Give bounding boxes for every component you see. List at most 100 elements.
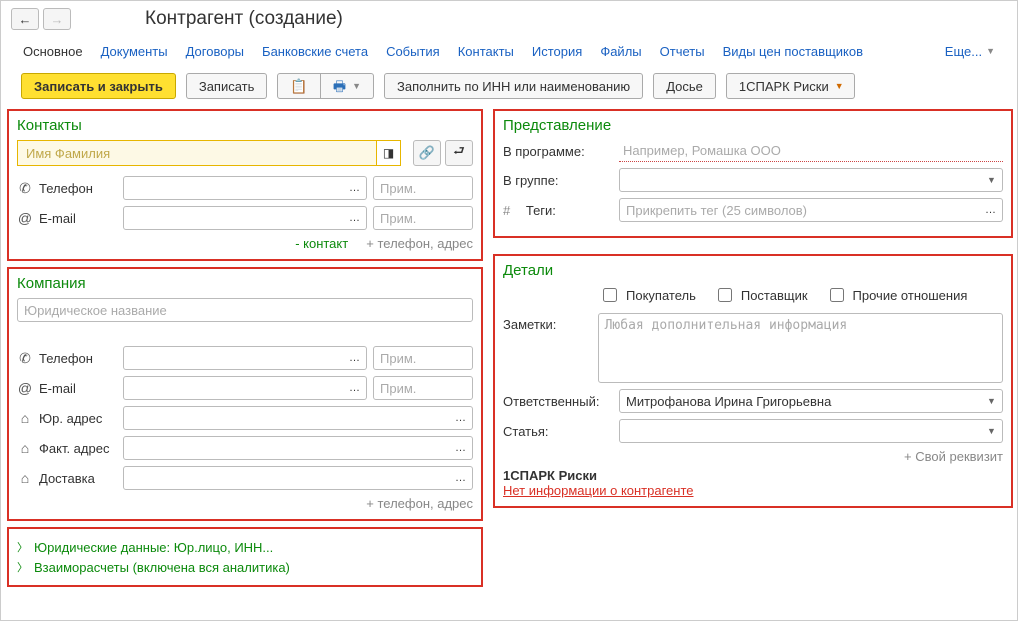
responsible-dropdown[interactable]: ▼ <box>981 389 1003 413</box>
responsible-input[interactable] <box>619 389 982 413</box>
other-rel-checkbox-input[interactable] <box>830 288 844 302</box>
paste-doc-button[interactable]: 📋 <box>277 73 320 99</box>
save-close-button[interactable]: Записать и закрыть <box>21 73 176 99</box>
contact-phone-ellipsis[interactable]: … <box>343 176 367 200</box>
company-email-input[interactable] <box>123 376 348 400</box>
tags-ellipsis[interactable]: … <box>979 198 1003 222</box>
company-phone-input[interactable] <box>123 346 348 370</box>
company-add-phone-address-link[interactable]: + телефон, адрес <box>366 496 473 511</box>
notes-label: Заметки: <box>503 313 592 332</box>
tab-reports[interactable]: Отчеты <box>660 44 705 59</box>
settlements-expander[interactable]: 〉 Взаиморасчеты (включена вся аналитика) <box>17 559 473 575</box>
company-email-label: E-mail <box>39 381 76 396</box>
in-group-input[interactable] <box>619 168 982 192</box>
buyer-label: Покупатель <box>626 288 696 303</box>
contact-email-note[interactable] <box>373 206 473 230</box>
contact-email-input[interactable] <box>123 206 348 230</box>
in-program-input[interactable] <box>619 140 1003 162</box>
company-delivery-label: Доставка <box>39 471 95 486</box>
article-input[interactable] <box>619 419 982 443</box>
nav-back-button[interactable]: ← <box>11 8 39 30</box>
responsible-label: Ответственный: <box>503 394 613 409</box>
company-jur-addr-label: Юр. адрес <box>39 411 102 426</box>
link-contact-button[interactable]: 🔗 <box>413 140 441 166</box>
add-requisite-link[interactable]: + Свой реквизит <box>503 449 1003 464</box>
print-button[interactable]: 🖶▼ <box>321 73 374 99</box>
collapsible-panel: 〉Юридические данные: Юр.лицо, ИНН... 〉 Вз… <box>7 527 483 587</box>
legal-data-expander[interactable]: 〉Юридические данные: Юр.лицо, ИНН... <box>17 539 473 555</box>
company-title: Компания <box>17 275 473 292</box>
buyer-checkbox[interactable]: Покупатель <box>599 285 696 305</box>
paste-doc-icon: 📋 <box>290 79 307 93</box>
tab-bank-accounts[interactable]: Банковские счета <box>262 44 368 59</box>
contact-phone-note[interactable] <box>373 176 473 200</box>
tab-more-button[interactable]: Еще... ▼ <box>945 44 995 59</box>
open-contact-button[interactable]: ◨ <box>376 141 400 165</box>
company-phone-label: Телефон <box>39 351 93 366</box>
save-button[interactable]: Записать <box>186 73 268 99</box>
other-rel-checkbox[interactable]: Прочие отношения <box>826 285 968 305</box>
chevron-down-icon: ▼ <box>835 81 844 91</box>
house-icon: ⌂ <box>17 410 33 426</box>
in-group-dropdown[interactable]: ▼ <box>981 168 1003 192</box>
tab-events[interactable]: События <box>386 44 440 59</box>
contact-phone-label: Телефон <box>39 181 93 196</box>
company-jur-addr-ellipsis[interactable]: … <box>449 406 473 430</box>
chevron-right-icon: 〉 <box>17 559 28 575</box>
dossier-button[interactable]: Досье <box>653 73 716 99</box>
legal-data-label: Юридические данные: Юр.лицо, ИНН... <box>34 540 273 555</box>
company-jur-addr-input[interactable] <box>123 406 454 430</box>
page-title: Контрагент (создание) <box>145 8 343 30</box>
company-phone-ellipsis[interactable]: … <box>343 346 367 370</box>
notes-textarea[interactable] <box>598 313 1003 383</box>
company-phone-note[interactable] <box>373 346 473 370</box>
company-fact-addr-input[interactable] <box>123 436 454 460</box>
article-label: Статья: <box>503 424 613 439</box>
add-phone-address-link[interactable]: + телефон, адрес <box>366 236 473 251</box>
contact-phone-input[interactable] <box>123 176 348 200</box>
spark-no-info-link[interactable]: Нет информации о контрагенте <box>503 483 694 498</box>
tab-documents[interactable]: Документы <box>101 44 168 59</box>
company-fact-addr-ellipsis[interactable]: … <box>449 436 473 460</box>
email-icon: @ <box>17 210 33 226</box>
contact-name-input[interactable] <box>18 141 376 165</box>
chevron-down-icon: ▼ <box>352 81 361 91</box>
company-email-ellipsis[interactable]: … <box>343 376 367 400</box>
contacts-panel: Контакты ◨ 🔗 ⮐ ✆Телефон … <box>7 109 483 261</box>
details-title: Детали <box>503 262 1003 279</box>
spark-risks-button[interactable]: 1СПАРК Риски ▼ <box>726 73 855 99</box>
unlink-contact-button[interactable]: ⮐ <box>445 140 473 166</box>
buyer-checkbox-input[interactable] <box>603 288 617 302</box>
chevron-down-icon: ▼ <box>986 46 995 56</box>
company-email-note[interactable] <box>373 376 473 400</box>
tab-price-types[interactable]: Виды цен поставщиков <box>723 44 863 59</box>
contact-email-ellipsis[interactable]: … <box>343 206 367 230</box>
nav-forward-button[interactable]: → <box>43 8 71 30</box>
remove-contact-link[interactable]: - контакт <box>295 236 348 251</box>
house-icon: ⌂ <box>17 440 33 456</box>
fill-by-inn-button[interactable]: Заполнить по ИНН или наименованию <box>384 73 643 99</box>
link-icon: 🔗 <box>419 145 435 161</box>
tab-files[interactable]: Файлы <box>600 44 641 59</box>
representation-title: Представление <box>503 117 1003 134</box>
company-name-input[interactable] <box>17 298 473 322</box>
supplier-label: Поставщик <box>741 288 808 303</box>
phone-icon: ✆ <box>17 350 33 367</box>
tab-more-label: Еще... <box>945 44 982 59</box>
tab-contacts[interactable]: Контакты <box>458 44 514 59</box>
article-dropdown[interactable]: ▼ <box>981 419 1003 443</box>
supplier-checkbox[interactable]: Поставщик <box>714 285 808 305</box>
settlements-label: Взаиморасчеты (включена вся аналитика) <box>34 560 290 575</box>
phone-icon: ✆ <box>17 180 33 197</box>
company-delivery-input[interactable] <box>123 466 454 490</box>
tags-input[interactable] <box>619 198 984 222</box>
supplier-checkbox-input[interactable] <box>718 288 732 302</box>
tab-history[interactable]: История <box>532 44 582 59</box>
house-icon: ⌂ <box>17 470 33 486</box>
in-group-label: В группе: <box>503 173 613 188</box>
details-panel: Детали Покупатель Поставщик Прочие отнош… <box>493 254 1013 508</box>
other-rel-label: Прочие отношения <box>853 288 968 303</box>
tab-contracts[interactable]: Договоры <box>186 44 244 59</box>
company-delivery-ellipsis[interactable]: … <box>449 466 473 490</box>
tab-main[interactable]: Основное <box>23 44 83 59</box>
